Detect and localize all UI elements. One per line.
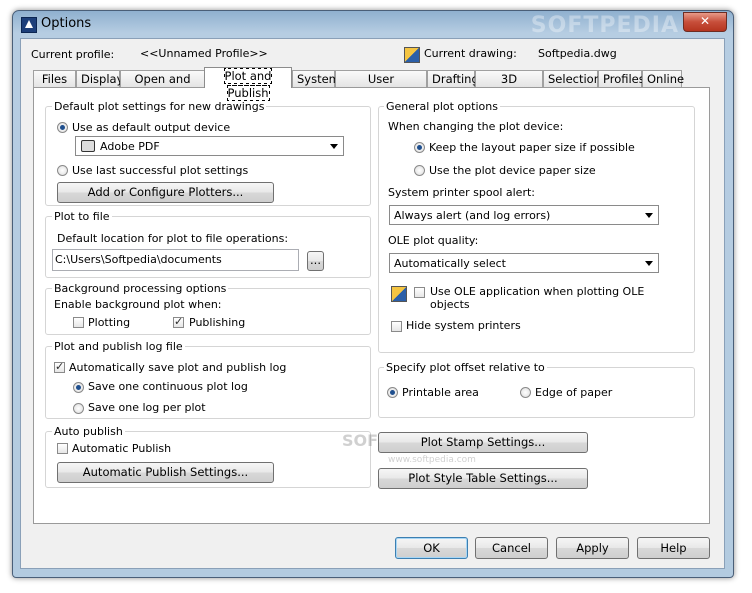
tab-drafting[interactable]: Drafting [427,70,479,87]
ole-info-icon [391,286,407,302]
use-default-device-label: Use as default output device [72,121,231,134]
plot-offset-heading: Specify plot offset relative to [384,361,547,374]
enable-background-label: Enable background plot when: [54,298,222,311]
auto-save-log-checkbox[interactable] [54,360,65,373]
auto-publish-heading: Auto publish [52,425,125,438]
log-file-heading: Plot and publish log file [52,340,185,353]
log-per-plot-radio[interactable] [73,403,84,414]
tab-system[interactable]: System [292,70,340,87]
keep-layout-paper-label: Keep the layout paper size if possible [429,141,635,154]
automatic-publish-label: Automatic Publish [72,442,172,455]
use-ole-application-checkbox[interactable] [414,287,425,298]
plot-to-file-location-label: Default location for plot to file operat… [57,232,289,245]
current-drawing-value: Softpedia.dwg [538,47,617,60]
plot-to-file-location-input[interactable]: C:\Users\Softpedia\documents [52,249,299,271]
continuous-log-radio[interactable] [73,382,84,393]
use-ole-application-label-line1: Use OLE application when plotting OLE [430,285,645,298]
chevron-down-icon [645,213,653,218]
ole-quality-value: Automatically select [394,257,506,270]
spool-alert-value: Always alert (and log errors) [394,209,551,222]
changing-device-label: When changing the plot device: [388,120,564,133]
printer-icon [81,140,95,152]
window-title: Options [41,16,92,31]
softpedia-url-watermark: www.softpedia.com [388,455,476,465]
hide-system-printers-label: Hide system printers [406,319,521,332]
plot-to-file-heading: Plot to file [52,210,112,223]
browse-location-button[interactable]: ... [307,251,324,271]
cancel-button[interactable]: Cancel [475,537,548,559]
output-device-value: Adobe PDF [100,140,160,153]
plotting-label: Plotting [88,316,131,329]
use-ole-application-label-line2: objects [430,298,470,311]
tab-files[interactable]: Files [33,70,76,87]
current-drawing-label: Current drawing: [424,47,517,60]
spool-alert-label: System printer spool alert: [388,186,535,199]
tab-profiles[interactable]: Profiles [598,70,645,87]
tab-display[interactable]: Display [76,70,123,87]
ole-quality-label: OLE plot quality: [388,234,479,247]
tab-plot-and-publish[interactable]: Plot and Publish [204,67,292,101]
edge-of-paper-label: Edge of paper [535,386,613,399]
output-device-select[interactable]: Adobe PDF [75,136,344,156]
chevron-down-icon [330,144,338,149]
printable-area-radio[interactable] [387,387,398,398]
use-device-paper-radio[interactable] [414,165,425,176]
ole-quality-select[interactable]: Automatically select [389,253,659,273]
log-per-plot-label: Save one log per plot [88,401,206,414]
publishing-checkbox[interactable] [173,315,184,328]
current-profile-value: <<Unnamed Profile>> [140,47,268,60]
continuous-log-label: Save one continuous plot log [88,380,248,393]
softpedia-watermark: SOFTPEDIA [530,13,679,38]
current-profile-label: Current profile: [31,48,115,61]
tab-3d-modeling[interactable]: 3D Modeling [475,70,543,103]
hide-system-printers-checkbox[interactable] [391,321,402,332]
edge-of-paper-radio[interactable] [520,387,531,398]
automatic-publish-checkbox[interactable] [57,443,68,454]
drawing-icon [404,47,420,63]
tab-user-preferences[interactable]: User Preferences [335,70,427,103]
tab-selection[interactable]: Selection [543,70,601,87]
use-last-successful-radio[interactable] [57,165,68,176]
title-bar[interactable]: Options SOFTPEDIA ✕ [13,11,733,38]
help-button[interactable]: Help [637,537,710,559]
use-device-paper-label: Use the plot device paper size [429,164,596,177]
tab-plot-and-publish-label: Plot and Publish [223,68,273,101]
ok-button[interactable]: OK [395,537,468,559]
tab-online[interactable]: Online [642,70,684,87]
close-button[interactable]: ✕ [683,12,727,32]
spool-alert-select[interactable]: Always alert (and log errors) [389,205,659,225]
use-last-successful-label: Use last successful plot settings [72,164,249,177]
auto-save-log-label: Automatically save plot and publish log [69,361,287,374]
tab-open-and-save[interactable]: Open and Save [120,70,205,103]
automatic-publish-settings-button[interactable]: Automatic Publish Settings... [57,462,274,483]
device-select-content: Adobe PDF [81,140,160,153]
plot-stamp-settings-button[interactable]: Plot Stamp Settings... [378,432,588,453]
use-default-device-radio[interactable] [57,122,68,133]
general-plot-options-heading: General plot options [384,100,500,113]
publishing-label: Publishing [189,316,246,329]
keep-layout-paper-radio[interactable] [414,142,425,153]
plotting-checkbox[interactable] [73,317,84,328]
background-processing-heading: Background processing options [52,282,229,295]
plot-style-table-settings-button[interactable]: Plot Style Table Settings... [378,468,588,489]
chevron-down-icon [645,261,653,266]
autocad-app-icon [21,17,37,33]
printable-area-label: Printable area [402,386,479,399]
add-configure-plotters-button[interactable]: Add or Configure Plotters... [57,182,274,203]
apply-button[interactable]: Apply [556,537,629,559]
